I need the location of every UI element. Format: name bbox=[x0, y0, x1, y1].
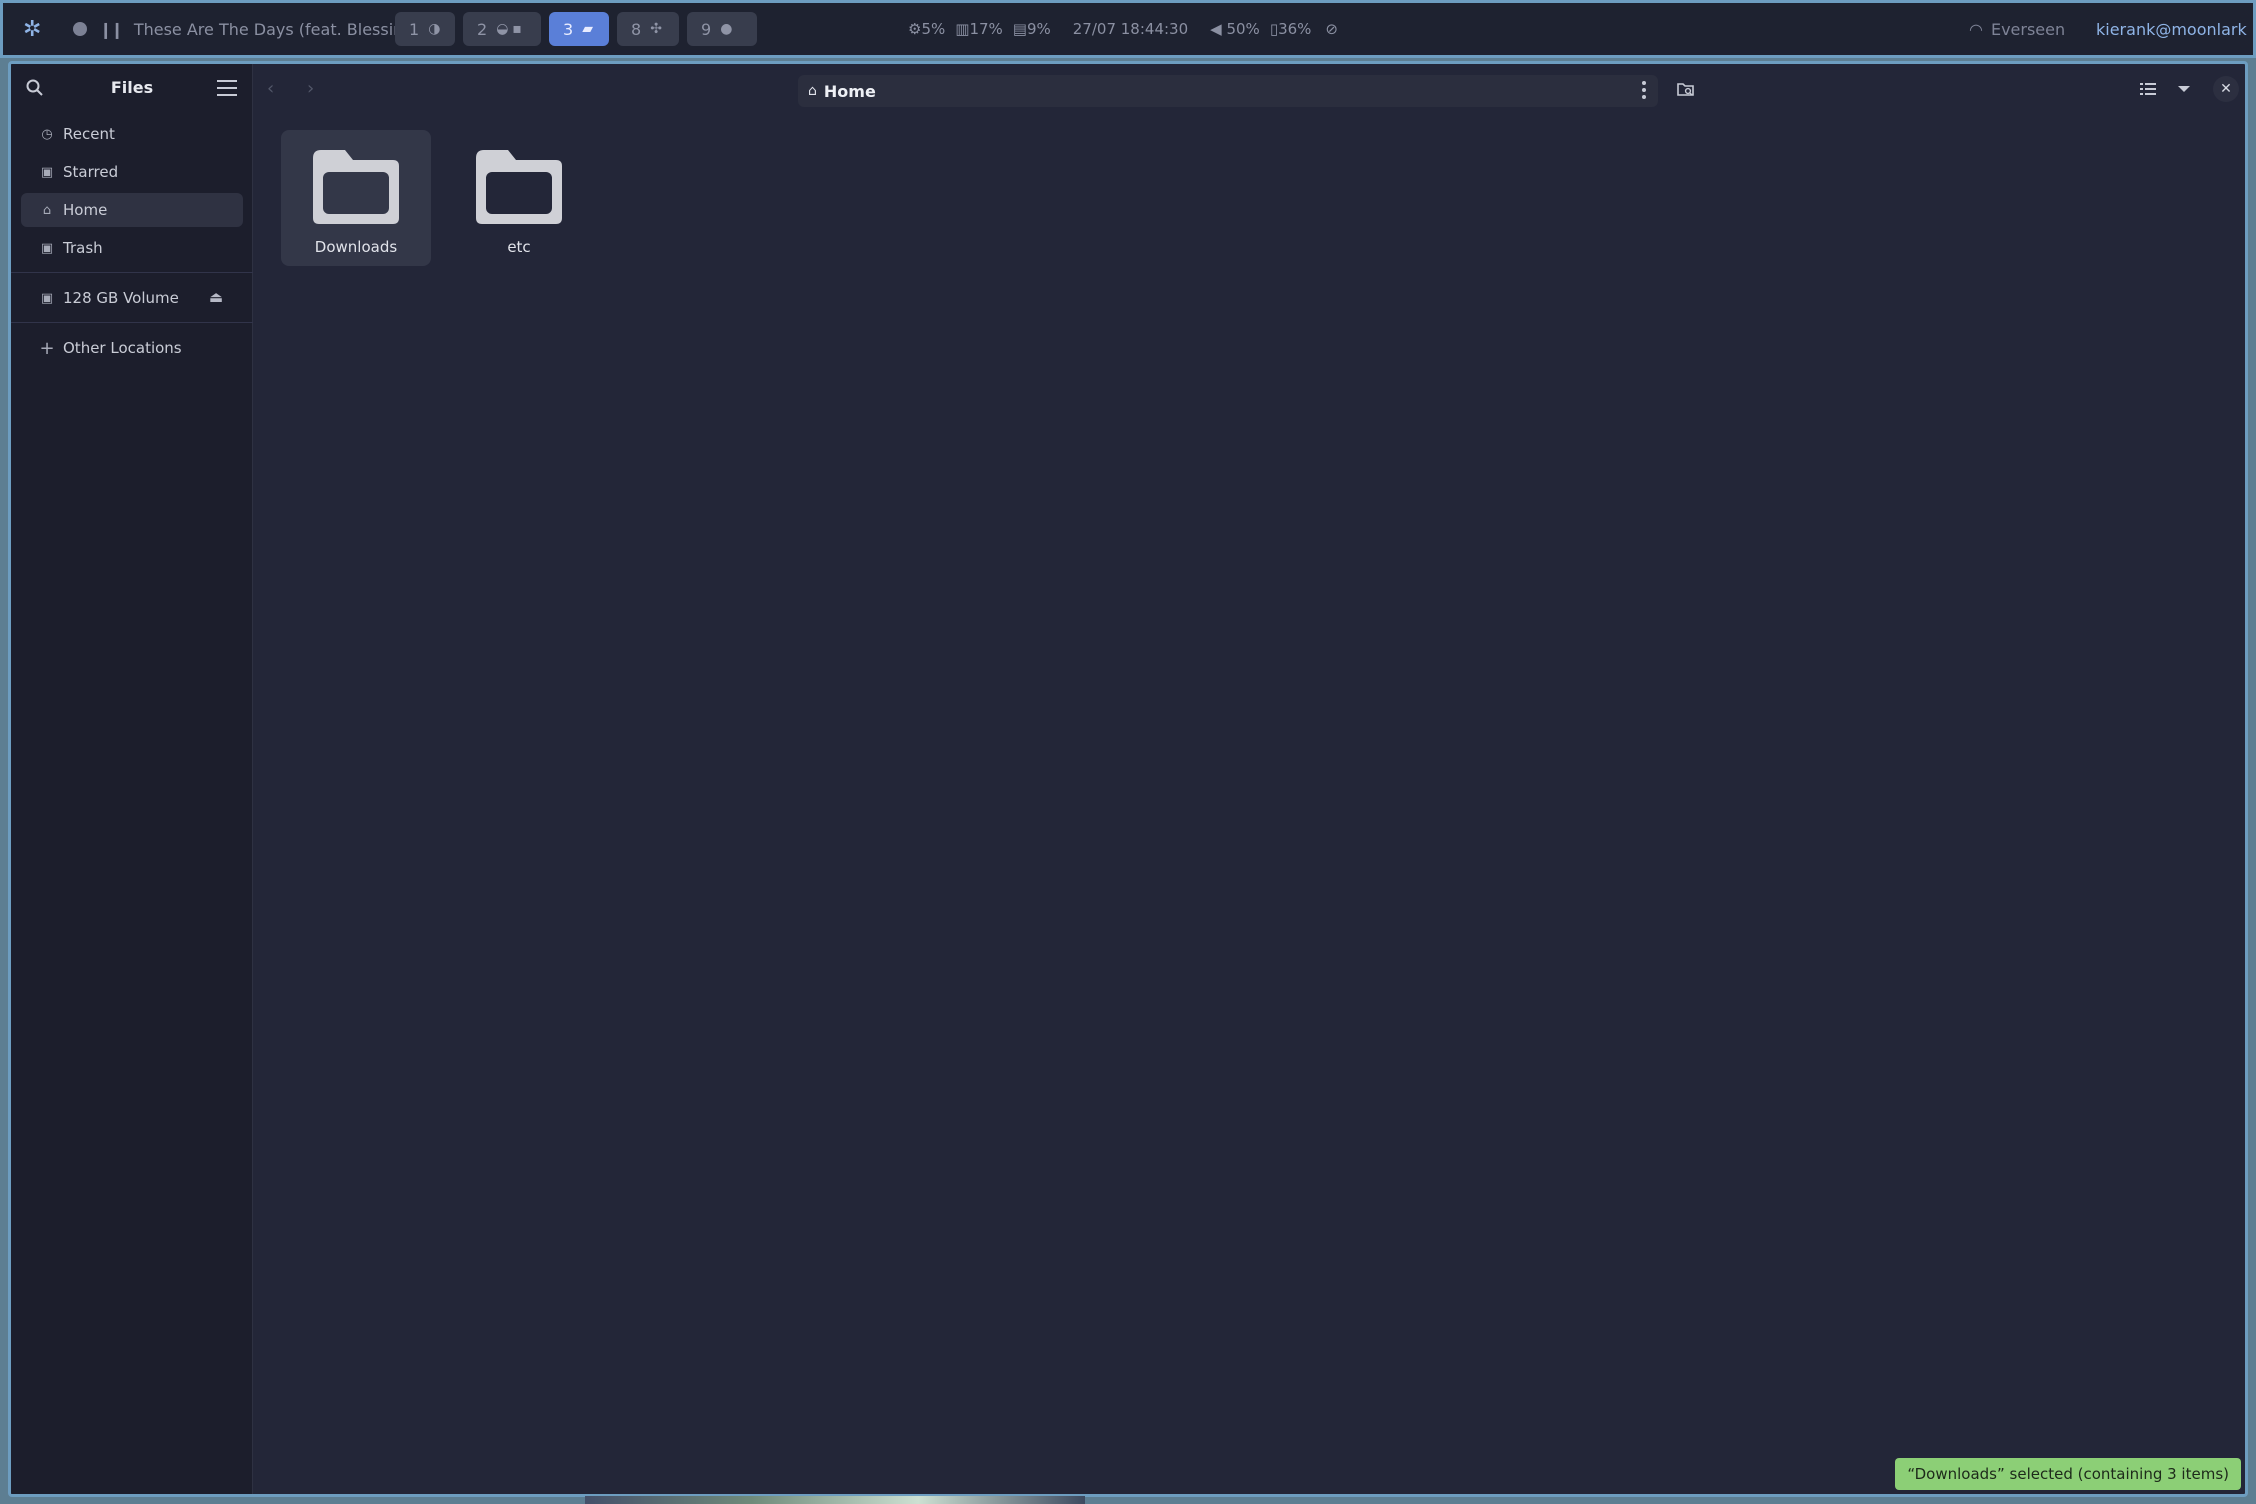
workspace-1[interactable]: 1 ◑ bbox=[395, 12, 455, 46]
system-logo-icon[interactable]: ✲ bbox=[23, 3, 41, 55]
file-name: etc bbox=[507, 238, 531, 256]
files-window: Files ◷ Recent ▣ Starred ⌂ Home ▣ Trash … bbox=[8, 61, 2248, 1497]
hamburger-menu-icon[interactable] bbox=[217, 80, 237, 98]
system-stats: ⚙5% ▥17% ▤9% 27/07 18:44:30 ◀ 50% ▯36% ⊘ bbox=[908, 3, 1338, 55]
wifi-icon: ◠ bbox=[1969, 19, 1983, 39]
folder-icon bbox=[313, 150, 399, 224]
file-item-downloads[interactable]: Downloads bbox=[281, 130, 431, 266]
trash-icon: ▣ bbox=[40, 240, 54, 256]
wifi-name: Everseen bbox=[1990, 19, 2066, 39]
file-name: Downloads bbox=[314, 238, 398, 256]
divider bbox=[11, 322, 253, 323]
sidebar: Files ◷ Recent ▣ Starred ⌂ Home ▣ Trash … bbox=[11, 64, 253, 1494]
main-content: ‹ › ⌂ Home ✕ Downloads etc “Downloads” s… bbox=[253, 64, 2245, 1494]
disk-usage: ▤9% bbox=[1012, 20, 1051, 38]
home-icon: ⌂ bbox=[808, 83, 817, 99]
cpu-icon: ⚙ bbox=[908, 20, 922, 38]
clock[interactable]: 27/07 18:44:30 bbox=[1073, 20, 1188, 38]
sidebar-item-trash[interactable]: ▣ Trash bbox=[21, 231, 243, 265]
home-icon: ⌂ bbox=[42, 202, 52, 218]
window-icon: ▪ bbox=[512, 21, 522, 37]
plus-icon: + bbox=[39, 337, 55, 359]
workspace-2[interactable]: 2 ◒ ▪ bbox=[463, 12, 541, 46]
app-icon: ● bbox=[720, 21, 733, 37]
path-current[interactable]: Home bbox=[824, 82, 876, 101]
memory-icon: ▥ bbox=[955, 20, 970, 38]
search-location-icon[interactable] bbox=[1677, 81, 1695, 97]
back-button[interactable]: ‹ bbox=[267, 78, 274, 99]
workspace-9[interactable]: 9 ● bbox=[687, 12, 757, 46]
list-view-icon[interactable] bbox=[2139, 81, 2157, 97]
network[interactable]: ◠ Everseen bbox=[1969, 3, 2065, 55]
file-item-etc[interactable]: etc bbox=[444, 130, 594, 266]
sidebar-item-starred[interactable]: ▣ Starred bbox=[21, 155, 243, 189]
slack-icon: ✣ bbox=[650, 21, 662, 37]
cpu-usage: ⚙5% bbox=[908, 20, 946, 38]
workspace-switcher: 1 ◑ 2 ◒ ▪ 3 ▰ 8 ✣ 9 ● bbox=[395, 3, 757, 55]
pause-icon[interactable]: ❙❙ bbox=[99, 20, 124, 39]
media-title: These Are The Days (feat. Blessin... bbox=[133, 19, 419, 39]
status-toast: “Downloads” selected (containing 3 items… bbox=[1895, 1458, 2241, 1490]
media-player[interactable]: ❙❙ These Are The Days (feat. Blessin... bbox=[73, 3, 419, 55]
star-icon: ▣ bbox=[40, 164, 54, 180]
user-label[interactable]: kierank@moonlark bbox=[2096, 3, 2247, 55]
battery-icon: ▯ bbox=[1269, 20, 1279, 38]
workspace-3[interactable]: 3 ▰ bbox=[549, 12, 609, 46]
sidebar-item-home[interactable]: ⌂ Home bbox=[21, 193, 243, 227]
sidebar-item-volume[interactable]: ▣ 128 GB Volume ⏏ bbox=[21, 281, 243, 315]
eject-icon[interactable]: ⏏ bbox=[209, 288, 223, 306]
github-icon: ◒ bbox=[496, 21, 509, 37]
disk-icon: ▤ bbox=[1012, 20, 1027, 38]
battery: ▯36% bbox=[1269, 20, 1312, 38]
close-icon[interactable]: ✕ bbox=[2213, 76, 2239, 102]
browser-icon: ◑ bbox=[428, 21, 441, 37]
drive-icon: ▣ bbox=[40, 290, 54, 306]
sidebar-item-recent[interactable]: ◷ Recent bbox=[21, 117, 243, 151]
background-window-peek bbox=[585, 1496, 1085, 1504]
media-app-icon bbox=[73, 22, 87, 36]
memory-usage: ▥17% bbox=[955, 20, 1003, 38]
more-options-icon[interactable] bbox=[1642, 81, 1646, 102]
notification-off-icon[interactable]: ⊘ bbox=[1325, 20, 1338, 38]
clock-icon: ◷ bbox=[41, 126, 53, 142]
folder-icon bbox=[476, 150, 562, 224]
volume[interactable]: ◀ 50% bbox=[1210, 20, 1260, 38]
sidebar-header: Files bbox=[11, 64, 253, 114]
speaker-icon: ◀ bbox=[1210, 20, 1222, 38]
top-panel: ✲ ❙❙ These Are The Days (feat. Blessin..… bbox=[0, 0, 2256, 58]
forward-button[interactable]: › bbox=[307, 78, 314, 99]
path-bar[interactable]: ⌂ Home bbox=[798, 75, 1658, 107]
sidebar-item-other-locations[interactable]: + Other Locations bbox=[21, 331, 243, 365]
chevron-down-icon[interactable] bbox=[2177, 84, 2191, 94]
workspace-8[interactable]: 8 ✣ bbox=[617, 12, 679, 46]
folder-icon: ▰ bbox=[582, 21, 593, 37]
divider bbox=[11, 272, 253, 273]
